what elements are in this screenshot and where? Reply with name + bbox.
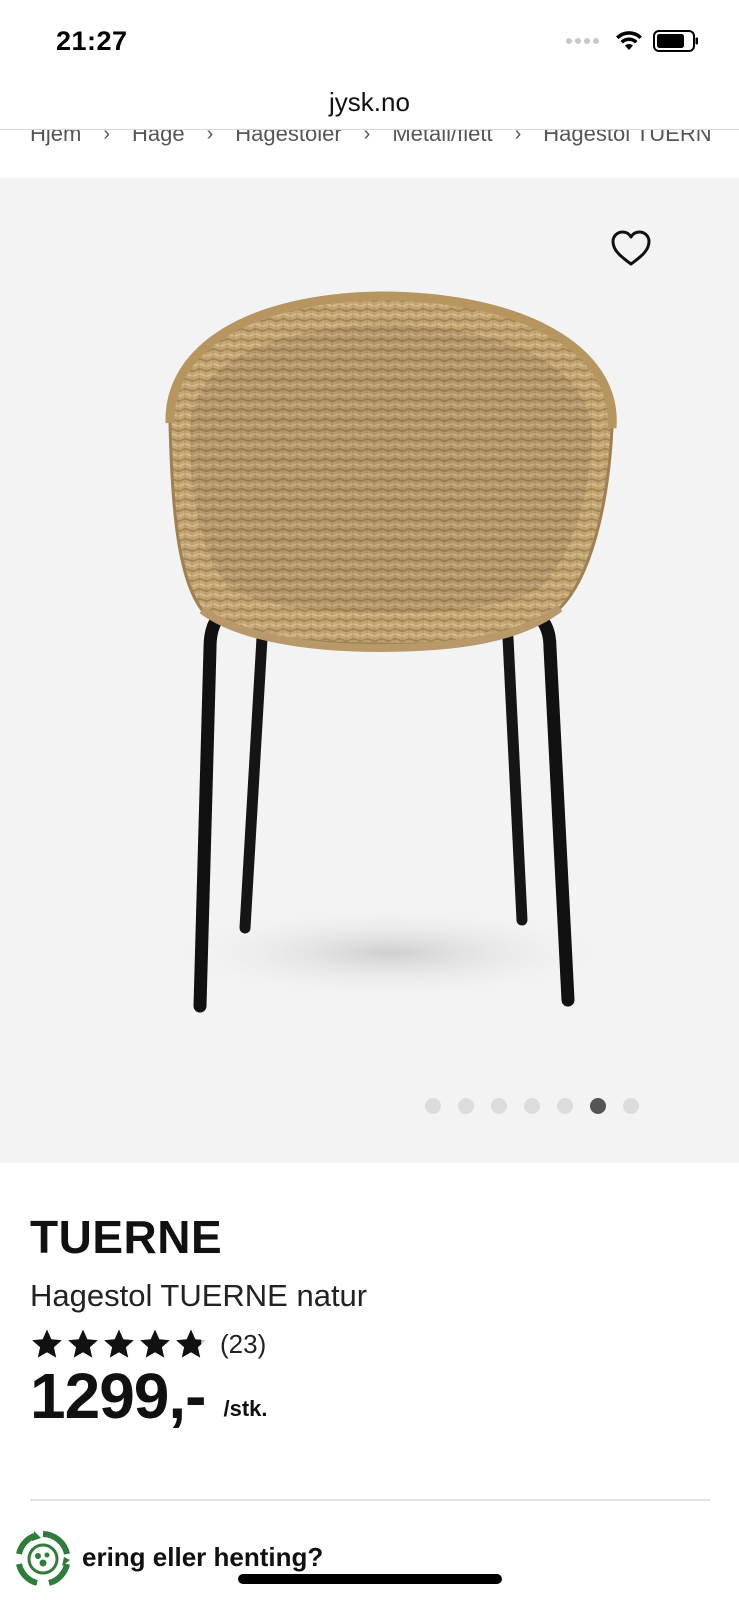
url-text[interactable]: jysk.no: [0, 80, 739, 124]
product-brand: TUERNE: [30, 1211, 223, 1263]
signal-icon: [566, 38, 599, 44]
url-divider: [0, 129, 739, 130]
delivery-recycle-icon[interactable]: [14, 1530, 72, 1588]
price-row: 1299,- /stk.: [30, 1364, 710, 1428]
status-time: 21:27: [56, 26, 128, 56]
product-name: Hagestol TUERNE natur: [30, 1278, 368, 1313]
star-icon: [140, 1329, 170, 1358]
gallery-dot[interactable]: [557, 1098, 573, 1114]
home-indicator: [238, 1574, 502, 1584]
product-image-gallery[interactable]: [0, 178, 739, 1163]
product-rating[interactable]: (23): [30, 1328, 710, 1360]
url-bar[interactable]: jysk.no: [0, 80, 739, 130]
star-icon: [104, 1329, 134, 1358]
wifi-icon: [616, 31, 642, 50]
product-image-chair: [160, 291, 620, 1013]
delivery-question[interactable]: ering eller henting?: [82, 1542, 323, 1573]
star-icon: [176, 1329, 206, 1358]
product-price: 1299,-: [30, 1360, 206, 1432]
review-count[interactable]: (23): [220, 1329, 266, 1360]
product-info: TUERNE Hagestol TUERNE natur (23) 1299,-…: [30, 1210, 710, 1428]
section-divider: [30, 1499, 710, 1501]
gallery-dot[interactable]: [425, 1098, 441, 1114]
star-icon: [68, 1329, 98, 1358]
battery-icon: [653, 30, 698, 52]
gallery-dot[interactable]: [458, 1098, 474, 1114]
gallery-dot[interactable]: [590, 1098, 606, 1114]
status-bar: 21:27: [0, 0, 739, 88]
delivery-section[interactable]: ering eller henting?: [0, 1522, 739, 1600]
gallery-pagination: [425, 1098, 639, 1114]
gallery-dot[interactable]: [491, 1098, 507, 1114]
status-icons: [566, 30, 699, 52]
price-unit: /stk.: [223, 1396, 268, 1421]
star-icon: [32, 1329, 62, 1358]
heart-outline-icon[interactable]: [610, 228, 652, 268]
gallery-dot[interactable]: [623, 1098, 639, 1114]
rating-stars[interactable]: [30, 1328, 208, 1360]
gallery-dot[interactable]: [524, 1098, 540, 1114]
